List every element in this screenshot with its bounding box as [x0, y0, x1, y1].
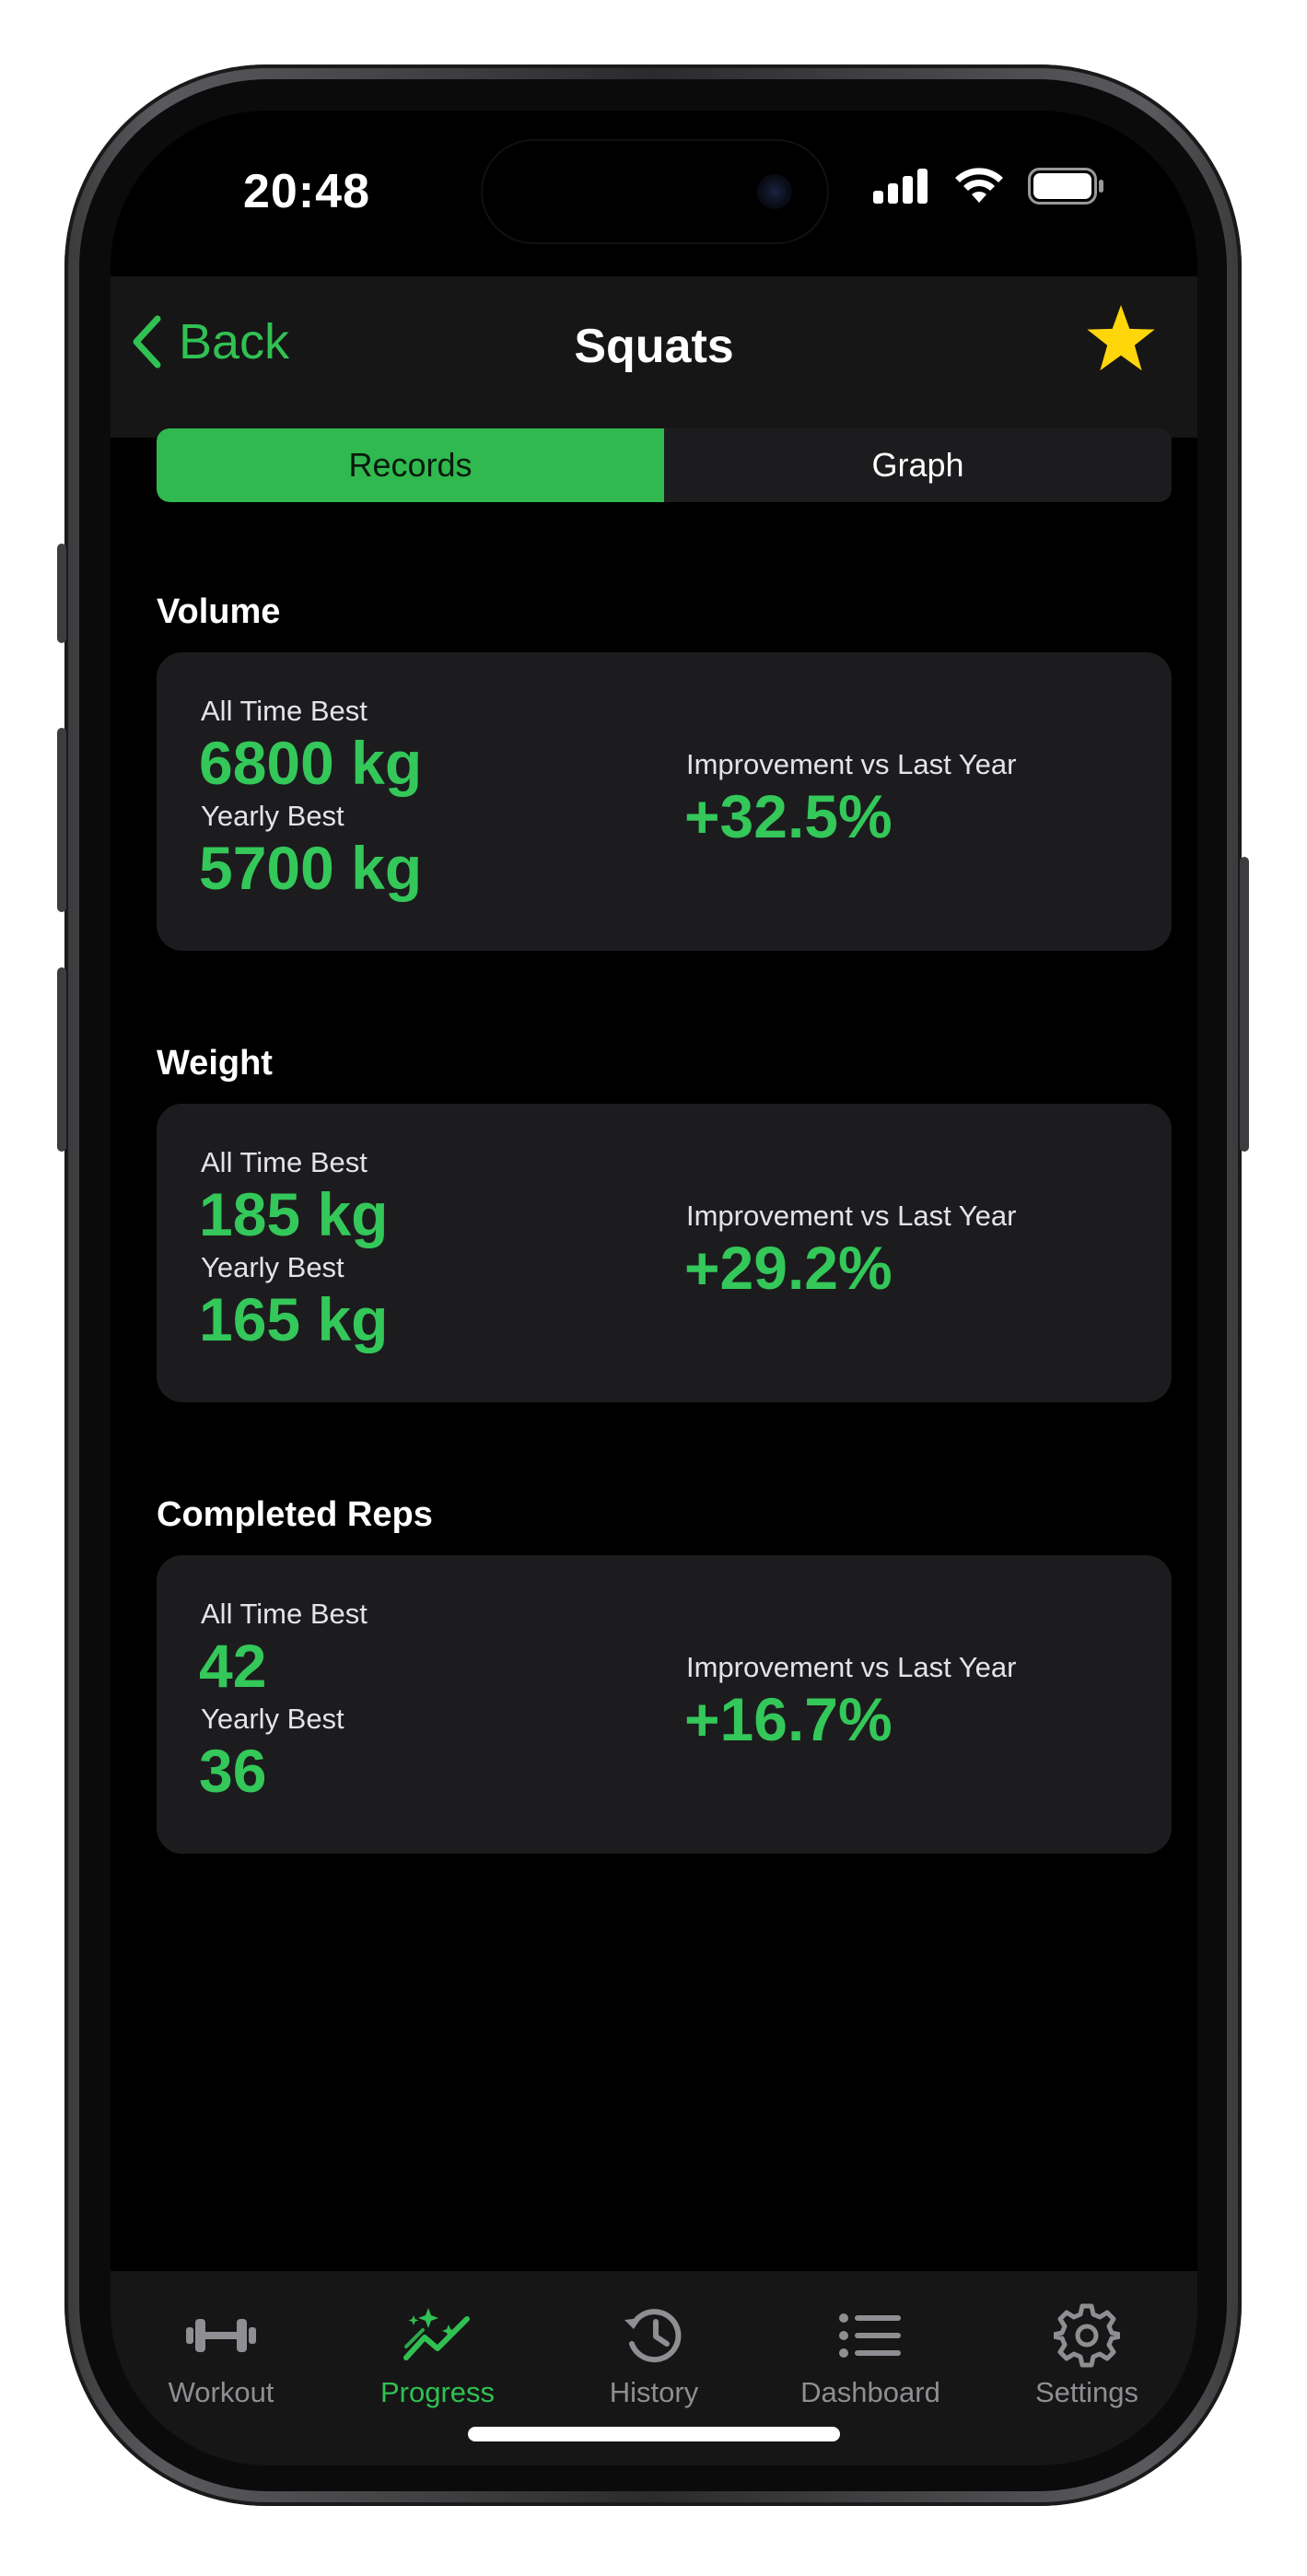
tab-label: Dashboard: [800, 2376, 940, 2408]
improvement-value: +16.7%: [684, 1685, 893, 1753]
yearly-best-label: Yearly Best: [201, 1251, 344, 1283]
all-time-best-value: 42: [199, 1632, 267, 1700]
tab-label: Progress: [379, 2376, 496, 2408]
action-button: [57, 544, 66, 643]
improvement-value: +29.2%: [684, 1234, 893, 1302]
page-title: Squats: [574, 320, 734, 373]
section-title-weight: Weight: [157, 1044, 273, 1083]
all-time-best-value: 6800 kg: [199, 729, 423, 797]
navigation-bar: Back Squats: [111, 276, 1197, 438]
segment-records[interactable]: Records: [157, 428, 664, 502]
status-icons: [873, 168, 1105, 205]
home-indicator: [468, 2427, 840, 2441]
list-icon: [839, 2313, 901, 2358]
gear-icon: [1054, 2303, 1120, 2368]
weight-card: All Time Best 185 kg Yearly Best 165 kg …: [157, 1104, 1172, 1402]
tab-settings[interactable]: Settings: [995, 2299, 1179, 2409]
camera-icon: [757, 174, 792, 209]
progress-chart-icon: [403, 2308, 470, 2360]
section-title-volume: Volume: [157, 592, 281, 631]
dumbbell-icon: [186, 2319, 256, 2352]
tab-history[interactable]: History: [562, 2299, 746, 2409]
segmented-control: Records Graph: [157, 428, 1172, 502]
section-title-completed-reps: Completed Reps: [157, 1495, 433, 1534]
improvement-value: +32.5%: [684, 782, 893, 850]
tab-progress[interactable]: Progress: [345, 2299, 530, 2409]
all-time-best-label: All Time Best: [201, 1146, 368, 1178]
tab-label: History: [609, 2376, 699, 2408]
status-time: 20:48: [243, 165, 370, 218]
tab-label: Settings: [1034, 2376, 1138, 2408]
power-button: [1240, 857, 1249, 1152]
tab-workout[interactable]: Workout: [129, 2299, 313, 2409]
battery-icon: [1028, 168, 1103, 205]
completed-reps-card: All Time Best 42 Yearly Best 36 Improvem…: [157, 1555, 1172, 1854]
all-time-best-label: All Time Best: [201, 695, 368, 727]
improvement-label: Improvement vs Last Year: [686, 1651, 1017, 1683]
volume-up-button: [57, 728, 66, 912]
dynamic-island: [483, 141, 827, 242]
volume-down-button: [57, 967, 66, 1152]
yearly-best-label: Yearly Best: [201, 800, 344, 832]
all-time-best-value: 185 kg: [199, 1180, 389, 1248]
star-icon[interactable]: [1085, 302, 1157, 374]
yearly-best-value: 36: [199, 1737, 267, 1805]
yearly-best-value: 5700 kg: [199, 834, 423, 902]
app-screen: 20:48 Back Squats Records Graph Volume A…: [111, 111, 1197, 2465]
improvement-label: Improvement vs Last Year: [686, 748, 1017, 780]
wifi-icon: [955, 168, 1003, 203]
volume-card: All Time Best 6800 kg Yearly Best 5700 k…: [157, 652, 1172, 951]
yearly-best-value: 165 kg: [199, 1285, 389, 1353]
improvement-label: Improvement vs Last Year: [686, 1200, 1017, 1232]
history-clock-icon: [624, 2309, 682, 2363]
yearly-best-label: Yearly Best: [201, 1703, 344, 1735]
all-time-best-label: All Time Best: [201, 1598, 368, 1630]
signal-icon: [873, 169, 928, 204]
segment-graph[interactable]: Graph: [664, 428, 1172, 502]
tab-label: Workout: [168, 2376, 274, 2408]
tab-dashboard[interactable]: Dashboard: [778, 2299, 963, 2409]
